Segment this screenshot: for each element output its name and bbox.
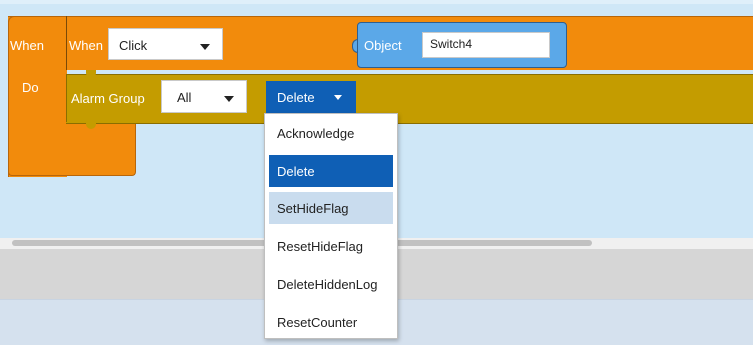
inner-when-label: When (69, 38, 103, 53)
object-label: Object (364, 38, 402, 53)
menu-item-sethideflag[interactable]: SetHideFlag (269, 192, 393, 224)
menu-item-resetcounter[interactable]: ResetCounter (269, 306, 393, 338)
chevron-down-icon (334, 95, 342, 100)
menu-item-acknowledge[interactable]: Acknowledge (269, 117, 393, 149)
trigger-value: Click (119, 38, 148, 53)
event-divider (66, 16, 67, 70)
do-label: Do (22, 80, 39, 95)
menu-item-delete[interactable]: Delete (269, 155, 393, 187)
action-dropdown-menu: Acknowledge Delete SetHideFlag ResetHide… (264, 113, 398, 339)
trigger-dropdown[interactable]: Click (108, 28, 223, 60)
group-dropdown[interactable]: All (161, 80, 247, 113)
event-block-footer (8, 123, 136, 176)
workspace-top-border (0, 0, 753, 4)
chevron-down-icon (224, 96, 234, 102)
menu-item-deletehiddenlog[interactable]: DeleteHiddenLog (269, 268, 393, 300)
when-label: When (10, 38, 44, 53)
chevron-down-icon (200, 44, 210, 50)
menu-item-resethideflag[interactable]: ResetHideFlag (269, 230, 393, 262)
object-input[interactable]: Switch4 (422, 32, 550, 58)
action-dropdown[interactable]: Delete (266, 81, 356, 113)
alarm-group-block-edge (66, 74, 67, 122)
alarm-group-label: Alarm Group (71, 91, 145, 106)
group-value: All (177, 90, 192, 105)
action-value: Delete (277, 90, 315, 105)
